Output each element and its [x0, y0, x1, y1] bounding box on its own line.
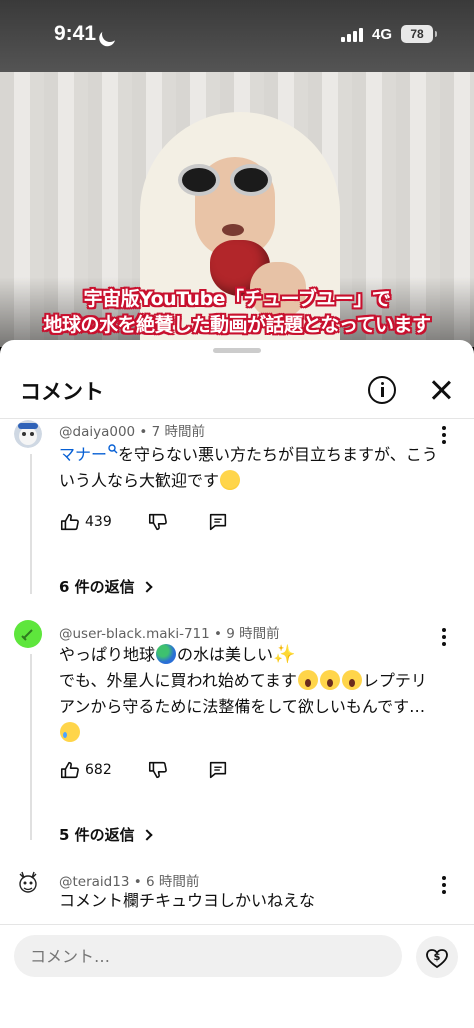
scream-emoji-icon [341, 670, 362, 690]
comment-actions: 439 [59, 510, 229, 534]
reply-icon[interactable] [207, 759, 229, 781]
earth-emoji-icon [156, 644, 177, 664]
close-icon[interactable] [428, 376, 454, 404]
hashtag-link[interactable]: マナー [59, 444, 118, 464]
more-options-icon[interactable] [441, 426, 447, 444]
smile-emoji-icon [220, 470, 241, 490]
heart-dollar-icon: $ [426, 949, 448, 969]
more-options-icon[interactable] [441, 876, 447, 894]
network-type: 4G [372, 26, 393, 43]
avatar[interactable] [14, 420, 42, 448]
dislike-icon[interactable] [147, 511, 169, 533]
comment-author[interactable]: @teraid13 • 6 時間前 [59, 870, 199, 890]
comment-text: マナー を守らない悪い方たちが目立ちますが、こういう人なら大歓迎です [59, 444, 438, 490]
more-options-icon[interactable] [441, 628, 447, 646]
like-icon[interactable] [59, 511, 81, 533]
avatar[interactable] [14, 868, 42, 896]
comment-actions: 682 [59, 758, 229, 782]
reply-icon[interactable] [207, 511, 229, 533]
comment-text: コメント欄チキュウヨしかいねえな [59, 891, 316, 910]
status-bar: 9:41 4G 78 [0, 0, 474, 72]
scream-emoji-icon [319, 670, 340, 690]
sheet-title: コメント [20, 380, 104, 404]
svg-text:$: $ [434, 952, 441, 963]
comment-author[interactable]: @daiya000 • 7 時間前 [59, 420, 205, 440]
comment-input[interactable] [14, 935, 402, 977]
like-count: 682 [85, 762, 112, 778]
sparkles-emoji-icon: ✨ [273, 644, 296, 665]
like-count: 439 [85, 514, 112, 530]
thread-line [30, 454, 32, 594]
battery-icon: 78 [401, 25, 437, 43]
comment-text: やっぱり地球 の水は美しい✨ でも、外星人に買われ始めてます レプテリアンから守るた… [59, 642, 439, 746]
chevron-right-icon [141, 580, 153, 593]
video-caption-line2: 地球の水を絶賛した動画が話題となっています [43, 314, 431, 336]
clock: 9:41 [54, 22, 97, 45]
divider [0, 418, 474, 419]
avatar[interactable] [14, 620, 42, 648]
drag-handle[interactable] [213, 348, 261, 353]
thread-line [30, 654, 32, 840]
like-icon[interactable] [59, 759, 81, 781]
comments-sheet: コメント @daiya000 • 7 時間前 マナー を守らない悪い方たちが目立ち… [0, 340, 474, 1028]
video-caption-line1: 宇宙版YouTube「チューブユー」で [83, 288, 391, 310]
scream-emoji-icon [297, 670, 318, 690]
crying-emoji-icon [60, 722, 80, 742]
view-replies-button[interactable]: 6 件の返信 [59, 576, 153, 597]
chevron-right-icon [141, 828, 153, 841]
info-icon[interactable] [368, 376, 396, 404]
comment-author[interactable]: @user-black.maki-711 • 9 時間前 [59, 622, 280, 642]
video-player[interactable]: 宇宙版YouTube「チューブユー」で 地球の水を絶賛した動画が話題となっていま… [0, 72, 474, 347]
view-replies-button[interactable]: 5 件の返信 [59, 824, 153, 845]
cellular-signal-icon [341, 28, 363, 42]
super-thanks-button[interactable]: $ [416, 936, 458, 978]
comment-input-bar: $ [0, 924, 474, 1028]
dislike-icon[interactable] [147, 759, 169, 781]
moon-icon [100, 24, 121, 45]
